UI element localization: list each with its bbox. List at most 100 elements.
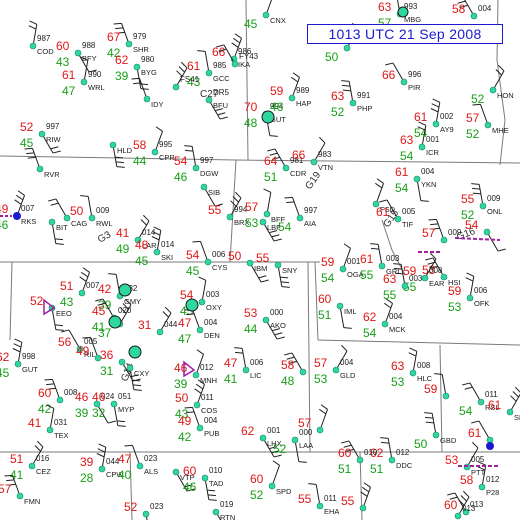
station-plot: 57 009 [422,218,462,244]
station-marker [388,456,396,464]
station-pressure: 011 [201,393,214,402]
wind-barb-feather [460,495,467,502]
station-dewpoint: 47 [178,332,192,346]
wind-barb-feather [363,482,371,488]
station-id: COD [37,47,54,56]
station-pressure: FY43 [239,52,259,61]
station-dewpoint: 44 [244,322,258,336]
station-pressure: 004 [421,167,435,176]
wind-barb-feather [258,275,267,279]
wind-barb-feather [186,313,195,316]
station-temperature: 57 [245,200,259,214]
station-marker [506,408,514,416]
wind-barb-feather [281,286,290,288]
station-ring [118,283,132,297]
wind-barb-feather [425,257,434,261]
station-plot: 58 004 [452,0,492,20]
station-temperature: 66 [292,148,306,162]
station-temperature: 64 [264,154,278,168]
station-pressure: 010 [209,466,223,475]
station-temperature: 60 [250,472,264,486]
station-marker [440,236,448,244]
station-marker [282,164,290,172]
station-id: SNY [282,266,297,275]
station-marker [339,265,347,273]
station-pressure: 001 [347,257,361,266]
wind-barb-feather [132,379,141,382]
station-temperature: 55 [208,203,222,217]
wind-barb-feather [472,187,481,190]
wind-barb-feather [514,386,520,393]
station-plot: 63 52 991 PHP [331,80,372,119]
station-id: CYS [212,263,227,272]
wind-barb-feather [116,420,125,423]
station-temperature: 36 [100,348,114,362]
station-id: ONL [487,207,502,216]
station-id: MYP [118,405,134,414]
station-temperature: 55 [341,494,355,508]
station-plot: 54 45 006 CYS [186,240,227,278]
station-temperature: 67 [107,30,121,44]
wind-barb-feather [341,440,350,444]
station-dewpoint: 50 [325,50,339,64]
station-pressure: 988 [82,41,96,50]
wind-barb-feather [384,302,392,309]
wind-barb-feather [269,135,278,137]
station-dewpoint: 32 [92,406,106,420]
station-id: BFU [213,101,228,110]
station-marker [14,360,22,368]
station-temperature: 46 [75,390,89,404]
station-temperature: 55 [298,492,312,506]
wind-barb-feather [420,200,429,202]
station-dewpoint: 48 [244,116,258,130]
station-marker [38,130,46,138]
wind-barb-staff [377,244,383,267]
wind-barb-feather [116,166,125,168]
wind-barb-feather [235,351,244,354]
station-pressure: 980 [141,55,155,64]
station-marker [205,69,213,77]
wind-barb-feather [217,112,226,116]
station-plot: 47 41 006 LIC [224,347,264,386]
wind-barb-feather [466,272,475,277]
station-plot: 60 51 IML [318,292,357,329]
wind-barb-feather [185,149,194,152]
station-pressure: 005 [402,207,416,216]
station-id: IBM [254,264,267,273]
station-plot: 61 54 004 YKN [395,165,436,202]
station-id: GCC [213,74,230,83]
station-pressure: 006 [212,250,226,259]
station-temperature: 50 [175,391,189,405]
station-marker [153,248,161,256]
station-dewpoint: 46 [174,170,188,184]
station-pressure: 023 [144,454,158,463]
wind-barb-feather [370,243,379,245]
wind-barb-feather [233,37,241,44]
station-marker [78,289,86,297]
station-marker [192,164,200,172]
station-pressure: 013 [462,504,476,513]
station-id: P28 [486,488,499,497]
wind-barb-feather [280,276,289,279]
station-id: AKO [270,321,286,330]
station-dewpoint: 44 [133,154,147,168]
station-id: FMN [24,497,40,506]
station-id: MBG [404,15,421,24]
station-temperature: 61 [62,68,76,82]
station-id: HAP [296,99,311,108]
station-dewpoint: 52 [250,488,264,502]
station-temperature: 70 [244,100,258,114]
station-plot: 62 39 980 BYG [115,53,157,90]
wind-barb-staff [241,348,247,371]
station-id: MCK [389,325,406,334]
station-pressure: 044 [164,320,178,329]
wind-barb-feather [271,234,280,238]
station-plot: 47 40 023 ALS [118,444,158,482]
station-pressure: 011 [324,494,337,503]
station-id: AIA [304,219,316,228]
wind-barb-feather [13,343,22,348]
station-temperature: 55 [461,192,475,206]
wind-barb-feather [140,88,149,90]
station-temperature: 61 [468,426,482,440]
station-id: MNH [200,376,217,385]
